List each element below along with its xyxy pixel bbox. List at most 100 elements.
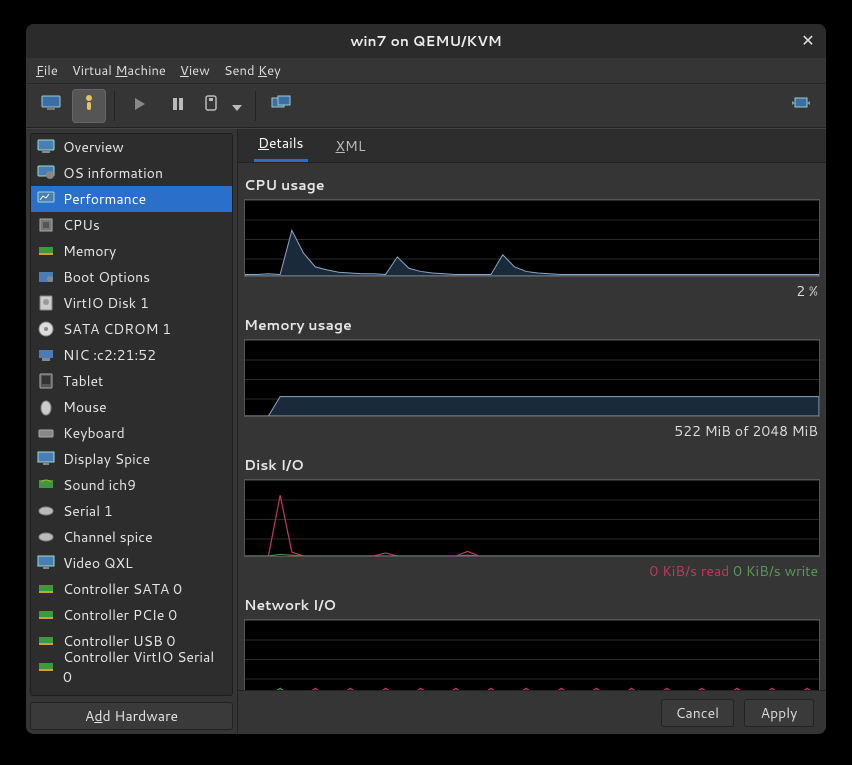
titlebar: win7 on QEMU/KVM ✕ (26, 24, 826, 58)
controller-icon (37, 580, 55, 598)
disk-title: Disk I/O (242, 451, 822, 479)
toolbar-run-button[interactable] (123, 89, 157, 123)
sidebar-item-os-information[interactable]: OS information (31, 160, 232, 186)
sidebar-item-channel-spice[interactable]: Channel spice (31, 524, 232, 550)
toolbar-console-button[interactable] (34, 89, 68, 123)
sidebar-item-label: OS information (63, 163, 163, 183)
info-icon (80, 94, 98, 117)
sidebar-item-serial-1[interactable]: Serial 1 (31, 498, 232, 524)
nic-icon (37, 346, 55, 364)
sidebar-item-cpus[interactable]: CPUs (31, 212, 232, 238)
sidebar-item-boot-options[interactable]: Boot Options (31, 264, 232, 290)
body: Overview OS information PerformanceCPUs Mem… (26, 128, 826, 734)
menu-virtual-machine[interactable]: Virtual Machine (72, 62, 166, 80)
tab-details[interactable]: Details (254, 127, 308, 162)
memory-graph (244, 339, 820, 417)
menubar: File Virtual Machine View Send Key (26, 58, 826, 84)
apply-button[interactable]: Apply (744, 699, 814, 727)
toolbar-snapshots-button[interactable] (264, 89, 298, 123)
keyboard-icon (37, 424, 55, 442)
sidebar-item-label: Tablet (63, 371, 103, 391)
pause-icon (172, 96, 184, 116)
monitor-chart-icon (37, 190, 55, 208)
sidebar-item-sound-ich9[interactable]: Sound ich9 (31, 472, 232, 498)
disk-value: 0 KiB/s read 0 KiB/s write (242, 557, 822, 581)
disk-icon (37, 294, 55, 312)
sidebar-item-nic-c2-21-52[interactable]: NIC :c2:21:52 (31, 342, 232, 368)
sidebar-item-mouse[interactable]: Mouse (31, 394, 232, 420)
sidebar-item-controller-sata-0[interactable]: Controller SATA 0 (31, 576, 232, 602)
toolbar-pause-button[interactable] (161, 89, 195, 123)
cpu-title: CPU usage (242, 171, 822, 199)
menu-view[interactable]: View (180, 62, 210, 80)
toolbar-shutdown-button[interactable] (199, 89, 223, 123)
vm-window: win7 on QEMU/KVM ✕ File Virtual Machine … (26, 24, 826, 734)
disk-read-value: 0 KiB/s read (649, 561, 729, 581)
mouse-icon (37, 398, 55, 416)
monitor-icon (37, 138, 55, 156)
sidebar: Overview OS information PerformanceCPUs Mem… (26, 129, 238, 734)
section-network: Network I/O 0 KiB/s in 0 KiB/s out (242, 591, 822, 690)
content-panel: Details XML CPU usage 2 % Memory usage 5… (238, 129, 826, 734)
sidebar-item-display-spice[interactable]: Display Spice (31, 446, 232, 472)
sidebar-item-controller-virtio-serial-0[interactable]: Controller VirtIO Serial 0 (31, 654, 232, 680)
sidebar-item-label: Memory (63, 241, 116, 261)
play-icon (133, 96, 147, 116)
sidebar-item-label: Mouse (63, 397, 107, 417)
cpu-icon (37, 216, 55, 234)
snapshots-icon (271, 95, 291, 116)
disk-write-value: 0 KiB/s write (733, 561, 818, 581)
hardware-list[interactable]: Overview OS information PerformanceCPUs Mem… (30, 133, 233, 696)
cancel-button[interactable]: Cancel (661, 699, 735, 727)
toolbar-separator (114, 91, 115, 121)
sidebar-item-sata-cdrom-1[interactable]: SATA CDROM 1 (31, 316, 232, 342)
sidebar-item-label: Display Spice (63, 449, 150, 469)
toolbar-info-button[interactable] (72, 89, 106, 123)
menu-file[interactable]: File (36, 62, 58, 80)
sidebar-item-video-qxl[interactable]: Video QXL (31, 550, 232, 576)
section-memory: Memory usage 522 MiB of 2048 MiB (242, 311, 822, 441)
sidebar-item-label: Boot Options (63, 267, 150, 287)
chevron-down-icon (232, 96, 242, 116)
sidebar-item-virtio-disk-1[interactable]: VirtIO Disk 1 (31, 290, 232, 316)
toolbar-fullscreen-button[interactable] (784, 89, 818, 123)
add-hardware-button[interactable]: Add Hardware (30, 702, 233, 730)
section-cpu: CPU usage 2 % (242, 171, 822, 301)
memory-value: 522 MiB of 2048 MiB (242, 417, 822, 441)
network-title: Network I/O (242, 591, 822, 619)
toolbar (26, 84, 826, 128)
window-title: win7 on QEMU/KVM (350, 31, 502, 51)
serial-icon (37, 502, 55, 520)
sound-icon (37, 476, 55, 494)
close-icon: ✕ (801, 29, 814, 52)
tablet-icon (37, 372, 55, 390)
sidebar-item-keyboard[interactable]: Keyboard (31, 420, 232, 446)
sidebar-item-label: NIC :c2:21:52 (63, 345, 156, 365)
sidebar-item-label: Sound ich9 (63, 475, 136, 495)
sidebar-item-label: Controller VirtIO Serial 0 (63, 647, 226, 687)
sidebar-item-tablet[interactable]: Tablet (31, 368, 232, 394)
cpu-value: 2 % (242, 277, 822, 301)
monitor-gear-icon (37, 164, 55, 182)
tab-xml[interactable]: XML (332, 130, 370, 162)
sidebar-item-overview[interactable]: Overview (31, 134, 232, 160)
tabs: Details XML (238, 129, 826, 163)
controller-icon (37, 632, 55, 650)
toolbar-shutdown-dropdown[interactable] (227, 89, 247, 123)
sidebar-item-controller-pcie-0[interactable]: Controller PCIe 0 (31, 602, 232, 628)
add-hardware-label: Add Hardware (85, 706, 178, 726)
sidebar-item-label: Overview (63, 137, 124, 157)
memory-icon (37, 242, 55, 260)
memory-title: Memory usage (242, 311, 822, 339)
sidebar-item-memory[interactable]: Memory (31, 238, 232, 264)
close-button[interactable]: ✕ (798, 30, 818, 50)
sidebar-item-label: Controller SATA 0 (63, 579, 182, 599)
sidebar-item-label: SATA CDROM 1 (63, 319, 171, 339)
sidebar-item-performance[interactable]: Performance (31, 186, 232, 212)
serial-icon (37, 528, 55, 546)
video-icon (37, 554, 55, 572)
section-disk: Disk I/O 0 KiB/s read 0 KiB/s write (242, 451, 822, 581)
sidebar-item-label: Controller PCIe 0 (63, 605, 177, 625)
menu-send-key[interactable]: Send Key (224, 62, 281, 80)
disk-graph (244, 479, 820, 557)
